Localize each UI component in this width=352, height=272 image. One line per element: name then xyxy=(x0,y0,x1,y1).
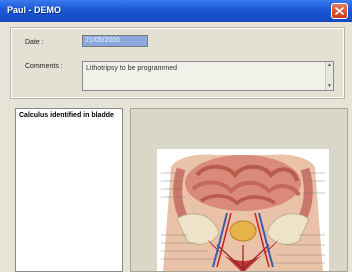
date-label: Date : xyxy=(25,39,44,46)
comments-field[interactable]: Lithotripsy to be programmed ▲ ▼ xyxy=(82,61,334,91)
image-panel xyxy=(130,108,348,272)
close-icon xyxy=(335,7,344,15)
close-button[interactable] xyxy=(331,3,348,19)
scroll-up-icon[interactable]: ▲ xyxy=(326,62,333,69)
anatomy-icon xyxy=(161,154,325,271)
comments-text: Lithotripsy to be programmed xyxy=(86,65,178,72)
comments-scrollbar[interactable]: ▲ ▼ xyxy=(325,62,333,90)
anatomy-illustration xyxy=(157,149,329,271)
scroll-down-icon[interactable]: ▼ xyxy=(326,83,333,90)
date-field[interactable]: 21/05/2005 xyxy=(82,35,148,47)
window-title: Paul - DEMO xyxy=(7,5,62,15)
title-bar[interactable]: Paul - DEMO xyxy=(0,0,352,22)
list-item[interactable]: Calculus identified in bladde xyxy=(19,112,114,119)
comments-label: Comments : xyxy=(25,63,63,70)
window: Paul - DEMO Date : 21/05/2005 Comments :… xyxy=(0,0,352,272)
findings-list[interactable]: Calculus identified in bladde xyxy=(15,108,123,272)
